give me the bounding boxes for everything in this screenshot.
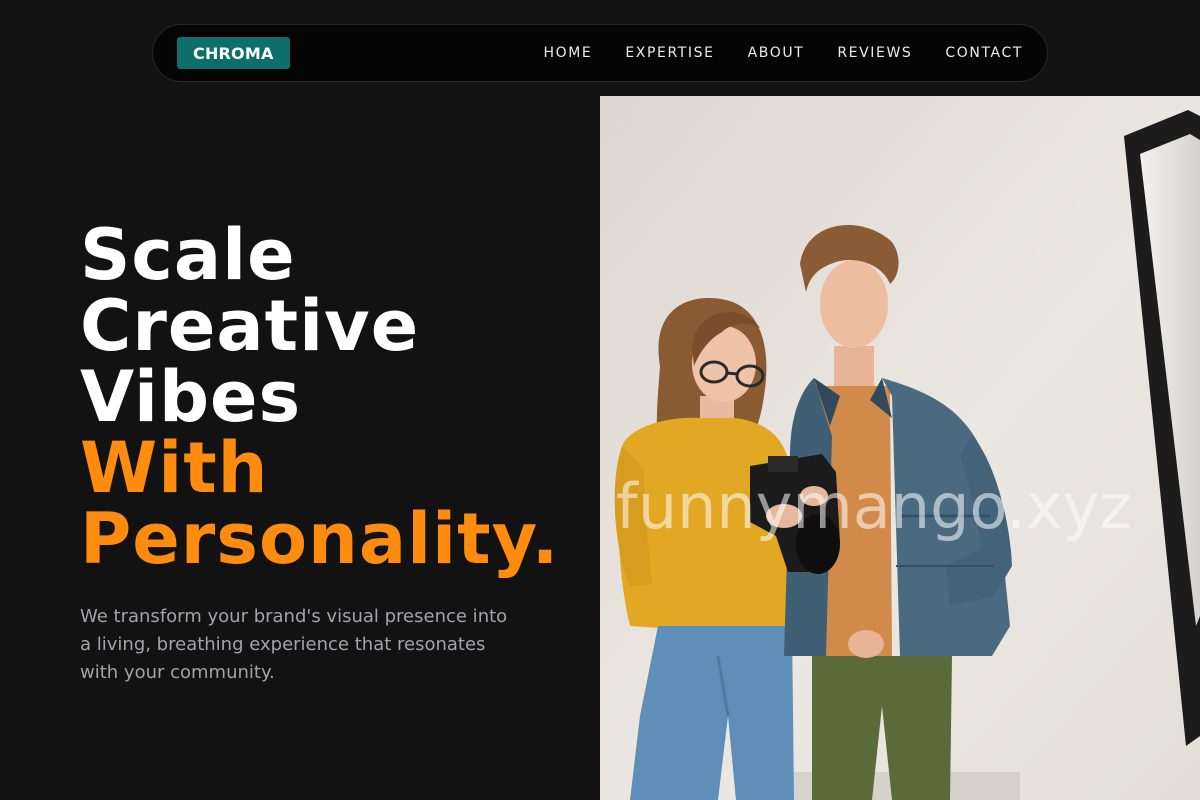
hero-text: Scale Creative Vibes With Personality. W… — [80, 220, 580, 687]
photo-watermark: funnymango.xyz — [616, 470, 1132, 543]
hero-headline: Scale Creative Vibes With Personality. — [80, 220, 580, 575]
headline-line-scale: Scale — [80, 214, 296, 296]
nav-about[interactable]: ABOUT — [748, 45, 805, 61]
nav-expertise[interactable]: EXPERTISE — [625, 45, 714, 61]
page: CHROMA HOME EXPERTISE ABOUT REVIEWS CONT… — [0, 0, 1200, 800]
brand-logo[interactable]: CHROMA — [177, 37, 290, 69]
top-navbar: CHROMA HOME EXPERTISE ABOUT REVIEWS CONT… — [152, 24, 1048, 82]
headline-line-personality: Personality. — [80, 498, 560, 580]
nav-links: HOME EXPERTISE ABOUT REVIEWS CONTACT — [543, 45, 1023, 61]
headline-line-with: With — [80, 427, 269, 509]
headline-line-vibes: Vibes — [80, 356, 302, 438]
nav-reviews[interactable]: REVIEWS — [837, 45, 912, 61]
headline-line-creative: Creative — [80, 285, 420, 367]
hero-photo: funnymango.xyz — [600, 96, 1200, 800]
nav-home[interactable]: HOME — [543, 45, 592, 61]
nav-contact[interactable]: CONTACT — [945, 45, 1023, 61]
hero-photo-illustration: funnymango.xyz — [600, 96, 1200, 800]
hero-subtext: We transform your brand's visual presenc… — [80, 606, 508, 683]
